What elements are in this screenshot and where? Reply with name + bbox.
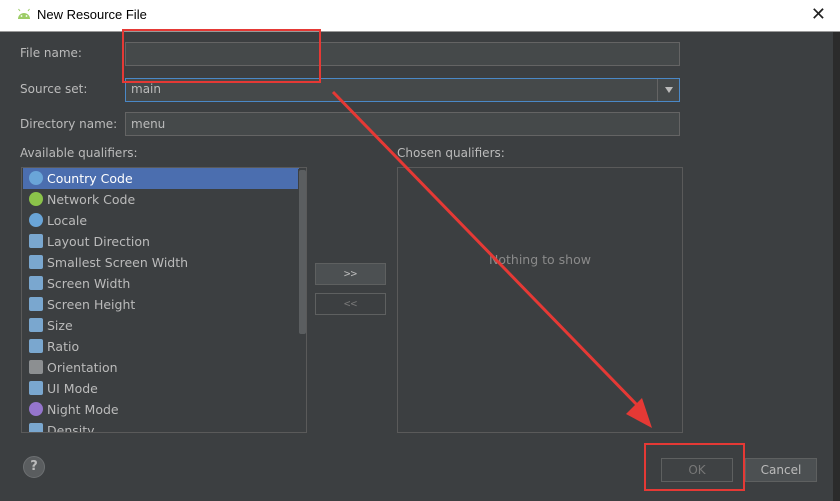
smallest-width-icon [29, 255, 43, 269]
ok-button[interactable]: OK [661, 458, 733, 482]
background-ide-strip [833, 32, 840, 501]
directory-name-input[interactable] [125, 112, 680, 136]
android-icon [18, 8, 30, 19]
title-bar: New Resource File ✕ [0, 0, 840, 32]
source-set-combo[interactable]: main [125, 78, 680, 102]
list-item[interactable]: Size [23, 315, 299, 336]
globe-icon [29, 171, 43, 185]
ratio-icon [29, 339, 43, 353]
chosen-qualifiers-label: Chosen qualifiers: [397, 146, 505, 160]
source-set-label: Source set: [20, 82, 88, 96]
ui-mode-icon [29, 381, 43, 395]
list-item[interactable]: Density [23, 420, 299, 432]
cancel-button[interactable]: Cancel [745, 458, 817, 482]
list-item[interactable]: Screen Width [23, 273, 299, 294]
screen-width-icon [29, 276, 43, 290]
network-icon [29, 192, 43, 206]
remove-qualifier-button[interactable]: << [315, 293, 386, 315]
night-mode-icon [29, 402, 43, 416]
chevron-down-icon[interactable] [657, 79, 679, 101]
available-qualifiers-label: Available qualifiers: [20, 146, 138, 160]
list-item[interactable]: Layout Direction [23, 231, 299, 252]
globe-icon [29, 213, 43, 227]
scrollbar-thumb[interactable] [299, 170, 306, 334]
window-title: New Resource File [37, 7, 147, 22]
size-icon [29, 318, 43, 332]
file-name-input[interactable] [125, 42, 680, 66]
list-item[interactable]: Network Code [23, 189, 299, 210]
source-set-value: main [131, 82, 161, 96]
file-name-label: File name: [20, 46, 82, 60]
layout-direction-icon [29, 234, 43, 248]
empty-state-text: Nothing to show [489, 252, 591, 267]
list-item[interactable]: Orientation [23, 357, 299, 378]
list-item[interactable]: Night Mode [23, 399, 299, 420]
list-item[interactable]: UI Mode [23, 378, 299, 399]
list-item[interactable]: Screen Height [23, 294, 299, 315]
list-item[interactable]: Ratio [23, 336, 299, 357]
list-item[interactable]: Locale [23, 210, 299, 231]
list-item[interactable]: Country Code [23, 168, 299, 189]
density-icon [29, 423, 43, 432]
available-qualifiers-list[interactable]: Country Code Network Code Locale Layout … [21, 167, 307, 433]
orientation-icon [29, 360, 43, 374]
close-icon[interactable]: ✕ [811, 4, 826, 25]
list-item[interactable]: Smallest Screen Width [23, 252, 299, 273]
screen-height-icon [29, 297, 43, 311]
add-qualifier-button[interactable]: >> [315, 263, 386, 285]
chosen-qualifiers-list[interactable]: Nothing to show [397, 167, 683, 433]
directory-name-label: Directory name: [20, 117, 118, 131]
help-button[interactable]: ? [23, 456, 45, 478]
